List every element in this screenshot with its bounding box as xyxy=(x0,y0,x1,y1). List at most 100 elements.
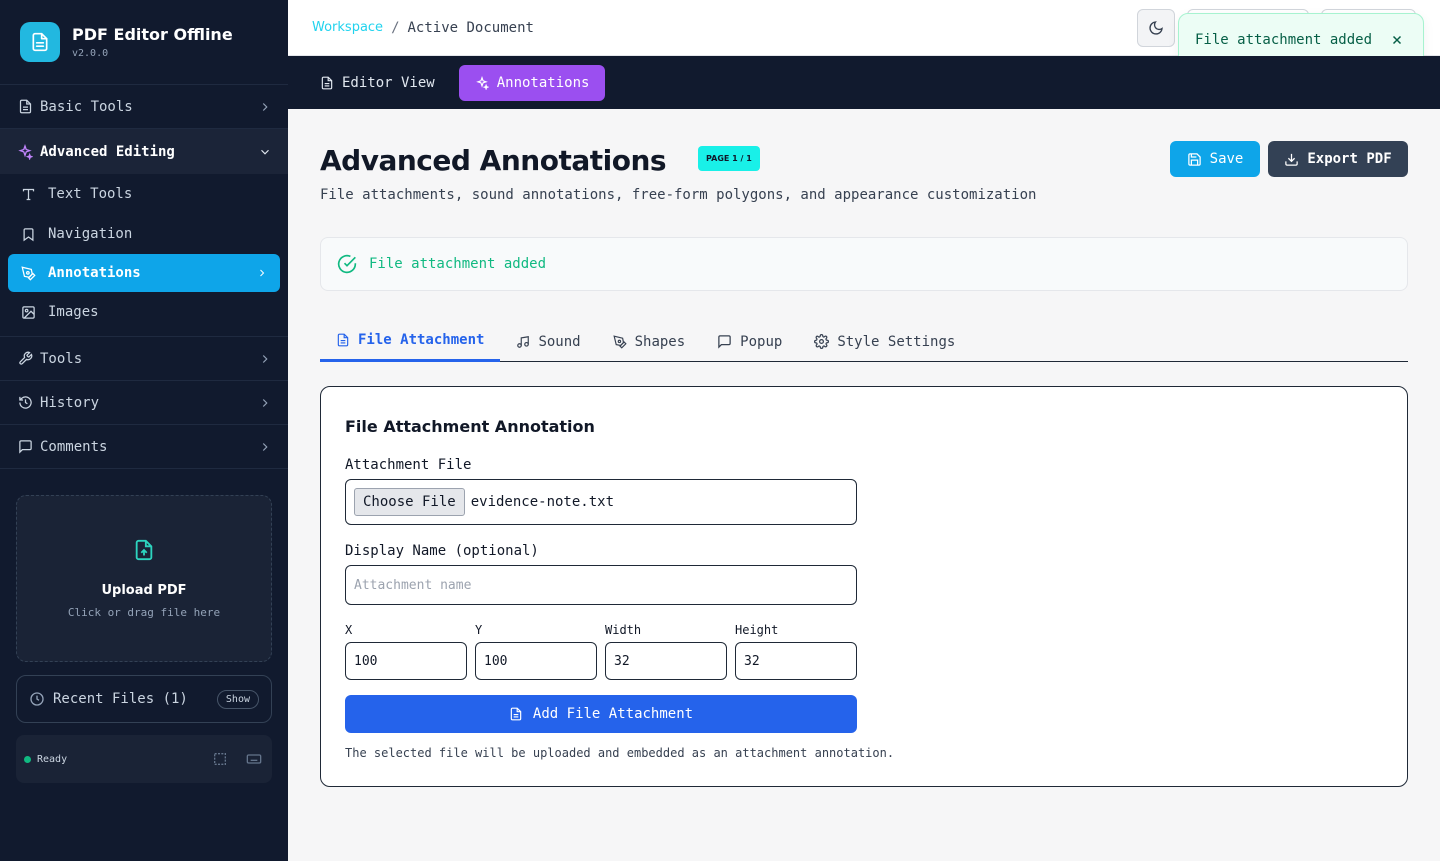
tab-label: Style Settings xyxy=(837,333,956,350)
sidebar-section-label: Tools xyxy=(40,350,83,367)
file-icon xyxy=(509,707,523,721)
form-title: File Attachment Annotation xyxy=(345,417,595,436)
comment-icon xyxy=(16,438,34,456)
page-badge: PAGE 1 / 1 xyxy=(698,146,760,171)
helper-text: The selected file will be uploaded and e… xyxy=(345,746,895,760)
app-version: v2.0.0 xyxy=(72,48,109,59)
height-label: Height xyxy=(735,623,779,637)
page-title: Advanced Annotations xyxy=(320,144,667,177)
y-label: Y xyxy=(475,623,483,637)
tab-label: Editor View xyxy=(342,74,435,91)
sidebar-item-images[interactable]: Images xyxy=(0,292,288,332)
advanced-editing-items: Text Tools Navigation Annotations Images xyxy=(0,174,288,337)
file-upload-icon xyxy=(133,539,155,561)
sidebar-section-advanced-editing[interactable]: Advanced Editing xyxy=(0,129,288,174)
sidebar-section-comments[interactable]: Comments xyxy=(0,425,288,469)
check-circle-icon xyxy=(337,254,357,274)
x-label: X xyxy=(345,623,353,637)
theme-toggle-button[interactable] xyxy=(1137,9,1175,47)
message-square-icon xyxy=(717,334,732,349)
fullscreen-icon[interactable] xyxy=(210,749,230,769)
width-input[interactable] xyxy=(605,642,727,680)
sidebar-section-basic-tools[interactable]: Basic Tools xyxy=(0,85,288,129)
close-icon[interactable] xyxy=(1387,30,1407,50)
music-note-icon xyxy=(516,335,530,349)
breadcrumb-current: Active Document xyxy=(407,19,534,36)
width-label: Width xyxy=(605,623,642,637)
tab-annotations[interactable]: Annotations xyxy=(458,64,606,101)
chevron-down-icon xyxy=(258,145,272,159)
chevron-right-icon xyxy=(258,100,272,114)
recent-files-label: Recent Files (1) xyxy=(53,691,188,707)
status-bar: Ready xyxy=(16,735,272,783)
save-button[interactable]: Save xyxy=(1170,141,1260,177)
document-icon xyxy=(320,76,334,90)
bookmark-icon xyxy=(20,226,36,242)
document-logo-icon xyxy=(20,22,60,62)
sidebar-section-history[interactable]: History xyxy=(0,381,288,425)
sidebar-item-annotations[interactable]: Annotations xyxy=(8,254,280,292)
brand: PDF Editor Offline v2.0.0 xyxy=(0,0,288,85)
sidebar-section-tools[interactable]: Tools xyxy=(0,337,288,381)
sparkles-icon xyxy=(475,75,489,90)
sidebar-item-label: Images xyxy=(48,304,99,320)
add-button-label: Add File Attachment xyxy=(532,706,694,722)
tab-label: Popup xyxy=(740,333,783,350)
sidebar-section-label: History xyxy=(40,394,100,411)
sidebar-section-label: Basic Tools xyxy=(40,98,133,115)
download-icon xyxy=(1284,152,1299,167)
tab-label: File Attachment xyxy=(358,332,485,348)
export-label: Export PDF xyxy=(1307,151,1392,167)
x-input[interactable] xyxy=(345,642,467,680)
tab-sound[interactable]: Sound xyxy=(500,321,596,362)
sidebar-item-navigation[interactable]: Navigation xyxy=(0,214,288,254)
chevron-right-icon xyxy=(258,352,272,366)
breadcrumb-separator: / xyxy=(391,19,400,36)
tab-label: Annotations xyxy=(496,74,590,91)
image-icon xyxy=(20,304,36,320)
tab-style-settings[interactable]: Style Settings xyxy=(798,321,971,362)
tab-editor-view[interactable]: Editor View xyxy=(308,65,447,101)
clock-icon xyxy=(29,691,45,707)
sidebar: PDF Editor Offline v2.0.0 Basic Tools Ad… xyxy=(0,0,288,861)
sidebar-item-text-tools[interactable]: Text Tools xyxy=(0,174,288,214)
keyboard-icon[interactable] xyxy=(244,749,264,769)
export-pdf-button[interactable]: Export PDF xyxy=(1268,141,1408,177)
sidebar-item-label: Navigation xyxy=(48,226,133,242)
annotation-tabs: File Attachment Sound Shapes Popup Style… xyxy=(320,321,1408,362)
selected-file-name: evidence-note.txt xyxy=(470,494,615,510)
tab-shapes[interactable]: Shapes xyxy=(597,321,702,362)
text-icon xyxy=(20,186,36,202)
save-label: Save xyxy=(1209,151,1244,167)
alert-message: File attachment added xyxy=(369,256,547,272)
tab-popup[interactable]: Popup xyxy=(701,321,798,362)
app-title: PDF Editor Offline xyxy=(72,25,233,44)
attachment-file-input[interactable]: Choose File evidence-note.txt xyxy=(345,479,857,525)
chevron-right-icon xyxy=(258,396,272,410)
view-tab-bar: Editor View Annotations xyxy=(288,56,1440,109)
tab-file-attachment[interactable]: File Attachment xyxy=(320,321,501,362)
sparkles-icon xyxy=(16,143,34,161)
upload-subtitle: Click or drag file here xyxy=(67,605,221,619)
choose-file-button[interactable]: Choose File xyxy=(354,488,465,516)
status-text: Ready xyxy=(37,753,68,765)
height-input[interactable] xyxy=(735,642,857,680)
gear-icon xyxy=(814,334,830,349)
recent-files[interactable]: Recent Files (1) Show xyxy=(16,675,272,723)
add-file-attachment-button[interactable]: Add File Attachment xyxy=(345,695,857,733)
pen-tool-icon xyxy=(20,265,36,281)
document-icon xyxy=(16,98,34,116)
file-icon xyxy=(336,333,350,347)
status-dot xyxy=(24,755,31,763)
show-recent-button[interactable]: Show xyxy=(216,689,259,709)
success-alert: File attachment added xyxy=(320,237,1408,291)
y-input[interactable] xyxy=(475,642,597,680)
file-attachment-form: File Attachment Annotation Attachment Fi… xyxy=(320,386,1408,787)
tab-label: Shapes xyxy=(634,333,686,350)
upload-dropzone[interactable]: Upload PDF Click or drag file here xyxy=(16,495,272,662)
moon-icon xyxy=(1148,20,1164,36)
breadcrumb-workspace[interactable]: Workspace xyxy=(312,20,383,35)
sidebar-section-label: Advanced Editing xyxy=(40,143,175,160)
display-name-input[interactable] xyxy=(345,565,857,605)
main-content: Advanced Annotations PAGE 1 / 1 File att… xyxy=(288,109,1440,861)
